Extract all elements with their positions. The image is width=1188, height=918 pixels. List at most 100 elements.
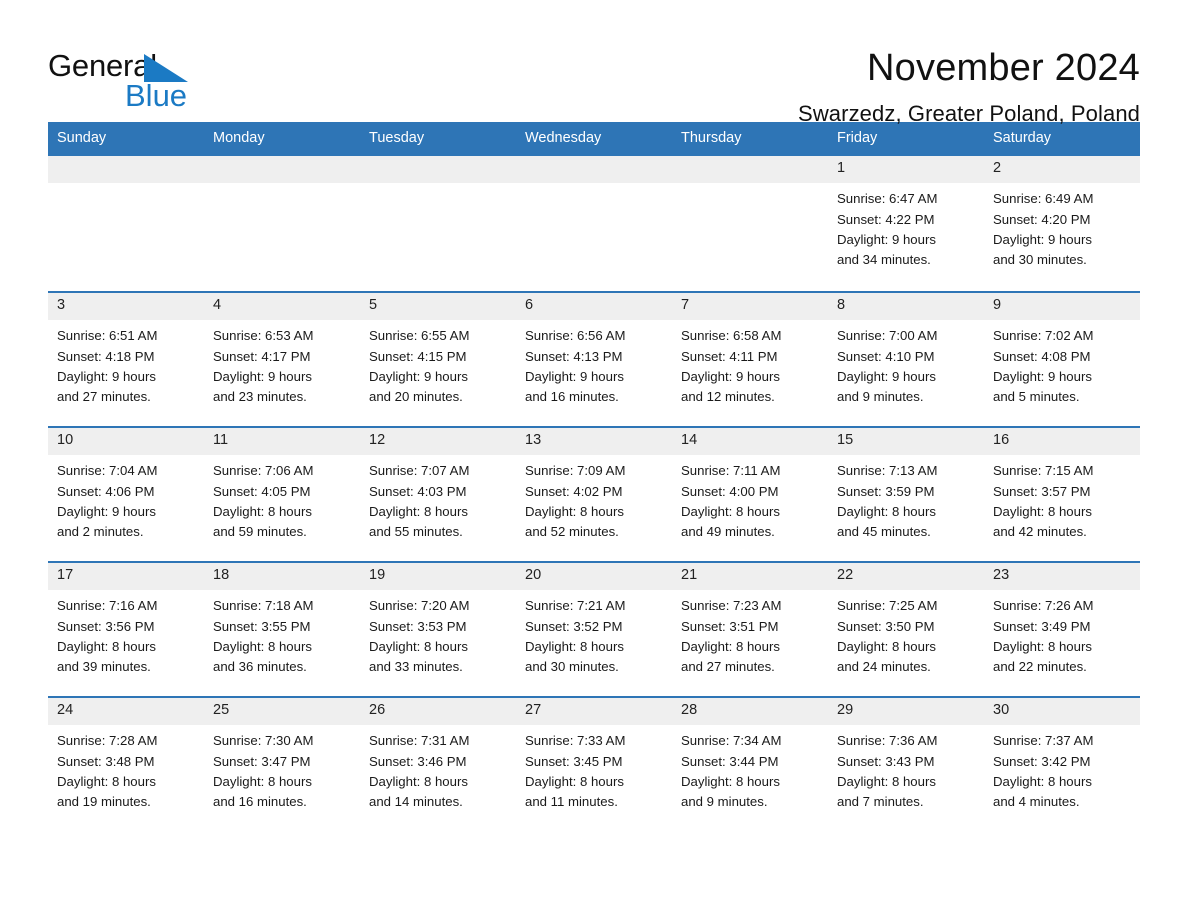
day-sun-info: Sunrise: 7:16 AM Sunset: 3:56 PM Daylight:… (48, 590, 204, 677)
day-number: 3 (48, 293, 204, 321)
calendar-day-cell[interactable]: 30 Sunrise: 7:37 AM Sunset: 3:42 PM Dayligh… (984, 698, 1140, 831)
calendar-day-cell[interactable]: 2 Sunrise: 6:49 AM Sunset: 4:20 PM Daylight… (984, 156, 1140, 291)
day-sun-info: Sunrise: 7:02 AM Sunset: 4:08 PM Daylight:… (984, 320, 1140, 407)
generalblue-logo[interactable]: General Blue (48, 48, 208, 122)
calendar-day-cell[interactable]: 23 Sunrise: 7:26 AM Sunset: 3:49 PM Dayligh… (984, 563, 1140, 696)
day-info-line: and 42 minutes. (993, 523, 1087, 539)
day-info-line: Daylight: 8 hours (369, 503, 468, 519)
calendar-day-cell[interactable]: 19 Sunrise: 7:20 AM Sunset: 3:53 PM Dayligh… (360, 563, 516, 696)
day-info-line: Sunset: 3:57 PM (993, 483, 1091, 499)
calendar-day-cell[interactable]: 27 Sunrise: 7:33 AM Sunset: 3:45 PM Dayligh… (516, 698, 672, 831)
calendar-day-cell[interactable]: 18 Sunrise: 7:18 AM Sunset: 3:55 PM Dayligh… (204, 563, 360, 696)
calendar-day-cell[interactable]: 4 Sunrise: 6:53 AM Sunset: 4:17 PM Daylight… (204, 293, 360, 426)
day-number: 13 (516, 428, 672, 456)
day-info-line: Sunset: 4:18 PM (57, 348, 155, 364)
day-info-line: and 45 minutes. (837, 523, 931, 539)
day-number: 28 (672, 698, 828, 726)
calendar-day-cell[interactable]: 17 Sunrise: 7:16 AM Sunset: 3:56 PM Dayligh… (48, 563, 204, 696)
calendar-day-cell[interactable]: 15 Sunrise: 7:13 AM Sunset: 3:59 PM Dayligh… (828, 428, 984, 561)
calendar-day-cell[interactable]: 22 Sunrise: 7:25 AM Sunset: 3:50 PM Dayligh… (828, 563, 984, 696)
calendar-day-cell[interactable]: 7 Sunrise: 6:58 AM Sunset: 4:11 PM Daylight… (672, 293, 828, 426)
calendar-week-row: 24 Sunrise: 7:28 AM Sunset: 3:48 PM Dayligh… (48, 696, 1140, 831)
day-info-line: and 19 minutes. (57, 793, 151, 809)
day-info-line: Daylight: 9 hours (525, 368, 624, 384)
day-info-line: Sunset: 3:55 PM (213, 618, 311, 634)
calendar-day-cell-empty (516, 156, 672, 291)
day-info-line: Sunset: 3:50 PM (837, 618, 935, 634)
calendar-day-cell[interactable]: 11 Sunrise: 7:06 AM Sunset: 4:05 PM Dayligh… (204, 428, 360, 561)
day-info-line: Daylight: 8 hours (369, 638, 468, 654)
day-sun-info: Sunrise: 7:15 AM Sunset: 3:57 PM Daylight:… (984, 455, 1140, 542)
calendar-day-cell[interactable]: 14 Sunrise: 7:11 AM Sunset: 4:00 PM Dayligh… (672, 428, 828, 561)
day-number: 17 (48, 563, 204, 591)
day-info-line: and 34 minutes. (837, 251, 931, 267)
day-info-line: Sunrise: 7:00 AM (837, 328, 938, 344)
calendar-day-cell[interactable]: 10 Sunrise: 7:04 AM Sunset: 4:06 PM Dayligh… (48, 428, 204, 561)
calendar-day-cell[interactable]: 26 Sunrise: 7:31 AM Sunset: 3:46 PM Dayligh… (360, 698, 516, 831)
day-number: 25 (204, 698, 360, 726)
day-info-line: Sunset: 4:22 PM (837, 211, 935, 227)
day-info-line: Sunset: 3:49 PM (993, 618, 1091, 634)
day-info-line: and 24 minutes. (837, 658, 931, 674)
day-info-line: Sunset: 3:45 PM (525, 753, 623, 769)
day-info-line: Sunset: 4:05 PM (213, 483, 311, 499)
day-number: 4 (204, 293, 360, 321)
day-info-line: Sunset: 3:59 PM (837, 483, 935, 499)
day-info-line: Sunset: 3:44 PM (681, 753, 779, 769)
calendar-day-cell[interactable]: 24 Sunrise: 7:28 AM Sunset: 3:48 PM Dayligh… (48, 698, 204, 831)
weekday-header-thursday: Thursday (681, 130, 742, 146)
calendar-week-row: 1 Sunrise: 6:47 AM Sunset: 4:22 PM Daylight… (48, 156, 1140, 291)
day-number (672, 156, 828, 184)
calendar-day-cell[interactable]: 13 Sunrise: 7:09 AM Sunset: 4:02 PM Dayligh… (516, 428, 672, 561)
day-number (48, 156, 204, 184)
calendar-day-cell[interactable]: 8 Sunrise: 7:00 AM Sunset: 4:10 PM Daylight… (828, 293, 984, 426)
calendar-day-cell[interactable]: 3 Sunrise: 6:51 AM Sunset: 4:18 PM Daylight… (48, 293, 204, 426)
day-info-line: Sunrise: 7:23 AM (681, 598, 782, 614)
day-info-line: and 39 minutes. (57, 658, 151, 674)
day-number: 22 (828, 563, 984, 591)
day-number: 14 (672, 428, 828, 456)
day-info-line: Daylight: 8 hours (681, 773, 780, 789)
day-info-line: Daylight: 8 hours (57, 638, 156, 654)
day-number: 24 (48, 698, 204, 726)
day-info-line: Daylight: 8 hours (525, 503, 624, 519)
calendar-day-cell-empty (48, 156, 204, 291)
calendar-day-cell[interactable]: 16 Sunrise: 7:15 AM Sunset: 3:57 PM Dayligh… (984, 428, 1140, 561)
day-info-line: Sunset: 3:48 PM (57, 753, 155, 769)
day-info-line: Sunrise: 6:58 AM (681, 328, 782, 344)
calendar-day-cell[interactable]: 28 Sunrise: 7:34 AM Sunset: 3:44 PM Dayligh… (672, 698, 828, 831)
day-info-line: and 7 minutes. (837, 793, 924, 809)
day-number: 26 (360, 698, 516, 726)
day-sun-info: Sunrise: 7:25 AM Sunset: 3:50 PM Daylight:… (828, 590, 984, 677)
day-info-line: Daylight: 8 hours (837, 638, 936, 654)
day-info-line: Daylight: 8 hours (525, 773, 624, 789)
calendar-day-cell[interactable]: 12 Sunrise: 7:07 AM Sunset: 4:03 PM Dayligh… (360, 428, 516, 561)
day-sun-info: Sunrise: 7:30 AM Sunset: 3:47 PM Daylight:… (204, 725, 360, 812)
day-info-line: Sunrise: 6:56 AM (525, 328, 626, 344)
day-sun-info: Sunrise: 6:49 AM Sunset: 4:20 PM Daylight:… (984, 183, 1140, 270)
day-info-line: Sunrise: 7:36 AM (837, 733, 938, 749)
logo-text-general: General (48, 48, 157, 83)
day-number: 16 (984, 428, 1140, 456)
page-title: November 2024 (867, 47, 1140, 89)
calendar-day-cell[interactable]: 25 Sunrise: 7:30 AM Sunset: 3:47 PM Dayligh… (204, 698, 360, 831)
day-info-line: Sunset: 3:43 PM (837, 753, 935, 769)
day-info-line: Sunset: 4:15 PM (369, 348, 467, 364)
day-info-line: Sunrise: 7:11 AM (681, 463, 781, 479)
day-sun-info: Sunrise: 7:04 AM Sunset: 4:06 PM Daylight:… (48, 455, 204, 542)
day-info-line: Sunrise: 7:04 AM (57, 463, 158, 479)
calendar-day-cell[interactable]: 21 Sunrise: 7:23 AM Sunset: 3:51 PM Dayligh… (672, 563, 828, 696)
day-info-line: and 2 minutes. (57, 523, 144, 539)
calendar-day-cell[interactable]: 5 Sunrise: 6:55 AM Sunset: 4:15 PM Daylight… (360, 293, 516, 426)
calendar-day-cell[interactable]: 29 Sunrise: 7:36 AM Sunset: 3:43 PM Dayligh… (828, 698, 984, 831)
calendar-day-cell[interactable]: 6 Sunrise: 6:56 AM Sunset: 4:13 PM Daylight… (516, 293, 672, 426)
calendar-day-cell[interactable]: 1 Sunrise: 6:47 AM Sunset: 4:22 PM Daylight… (828, 156, 984, 291)
day-number: 27 (516, 698, 672, 726)
calendar-day-cell[interactable]: 20 Sunrise: 7:21 AM Sunset: 3:52 PM Dayligh… (516, 563, 672, 696)
logo-text-blue: Blue (125, 78, 188, 113)
day-info-line: and 27 minutes. (57, 388, 151, 404)
calendar-day-cell[interactable]: 9 Sunrise: 7:02 AM Sunset: 4:08 PM Daylight… (984, 293, 1140, 426)
day-sun-info: Sunrise: 7:23 AM Sunset: 3:51 PM Daylight:… (672, 590, 828, 677)
day-info-line: and 59 minutes. (213, 523, 307, 539)
day-info-line: and 49 minutes. (681, 523, 775, 539)
